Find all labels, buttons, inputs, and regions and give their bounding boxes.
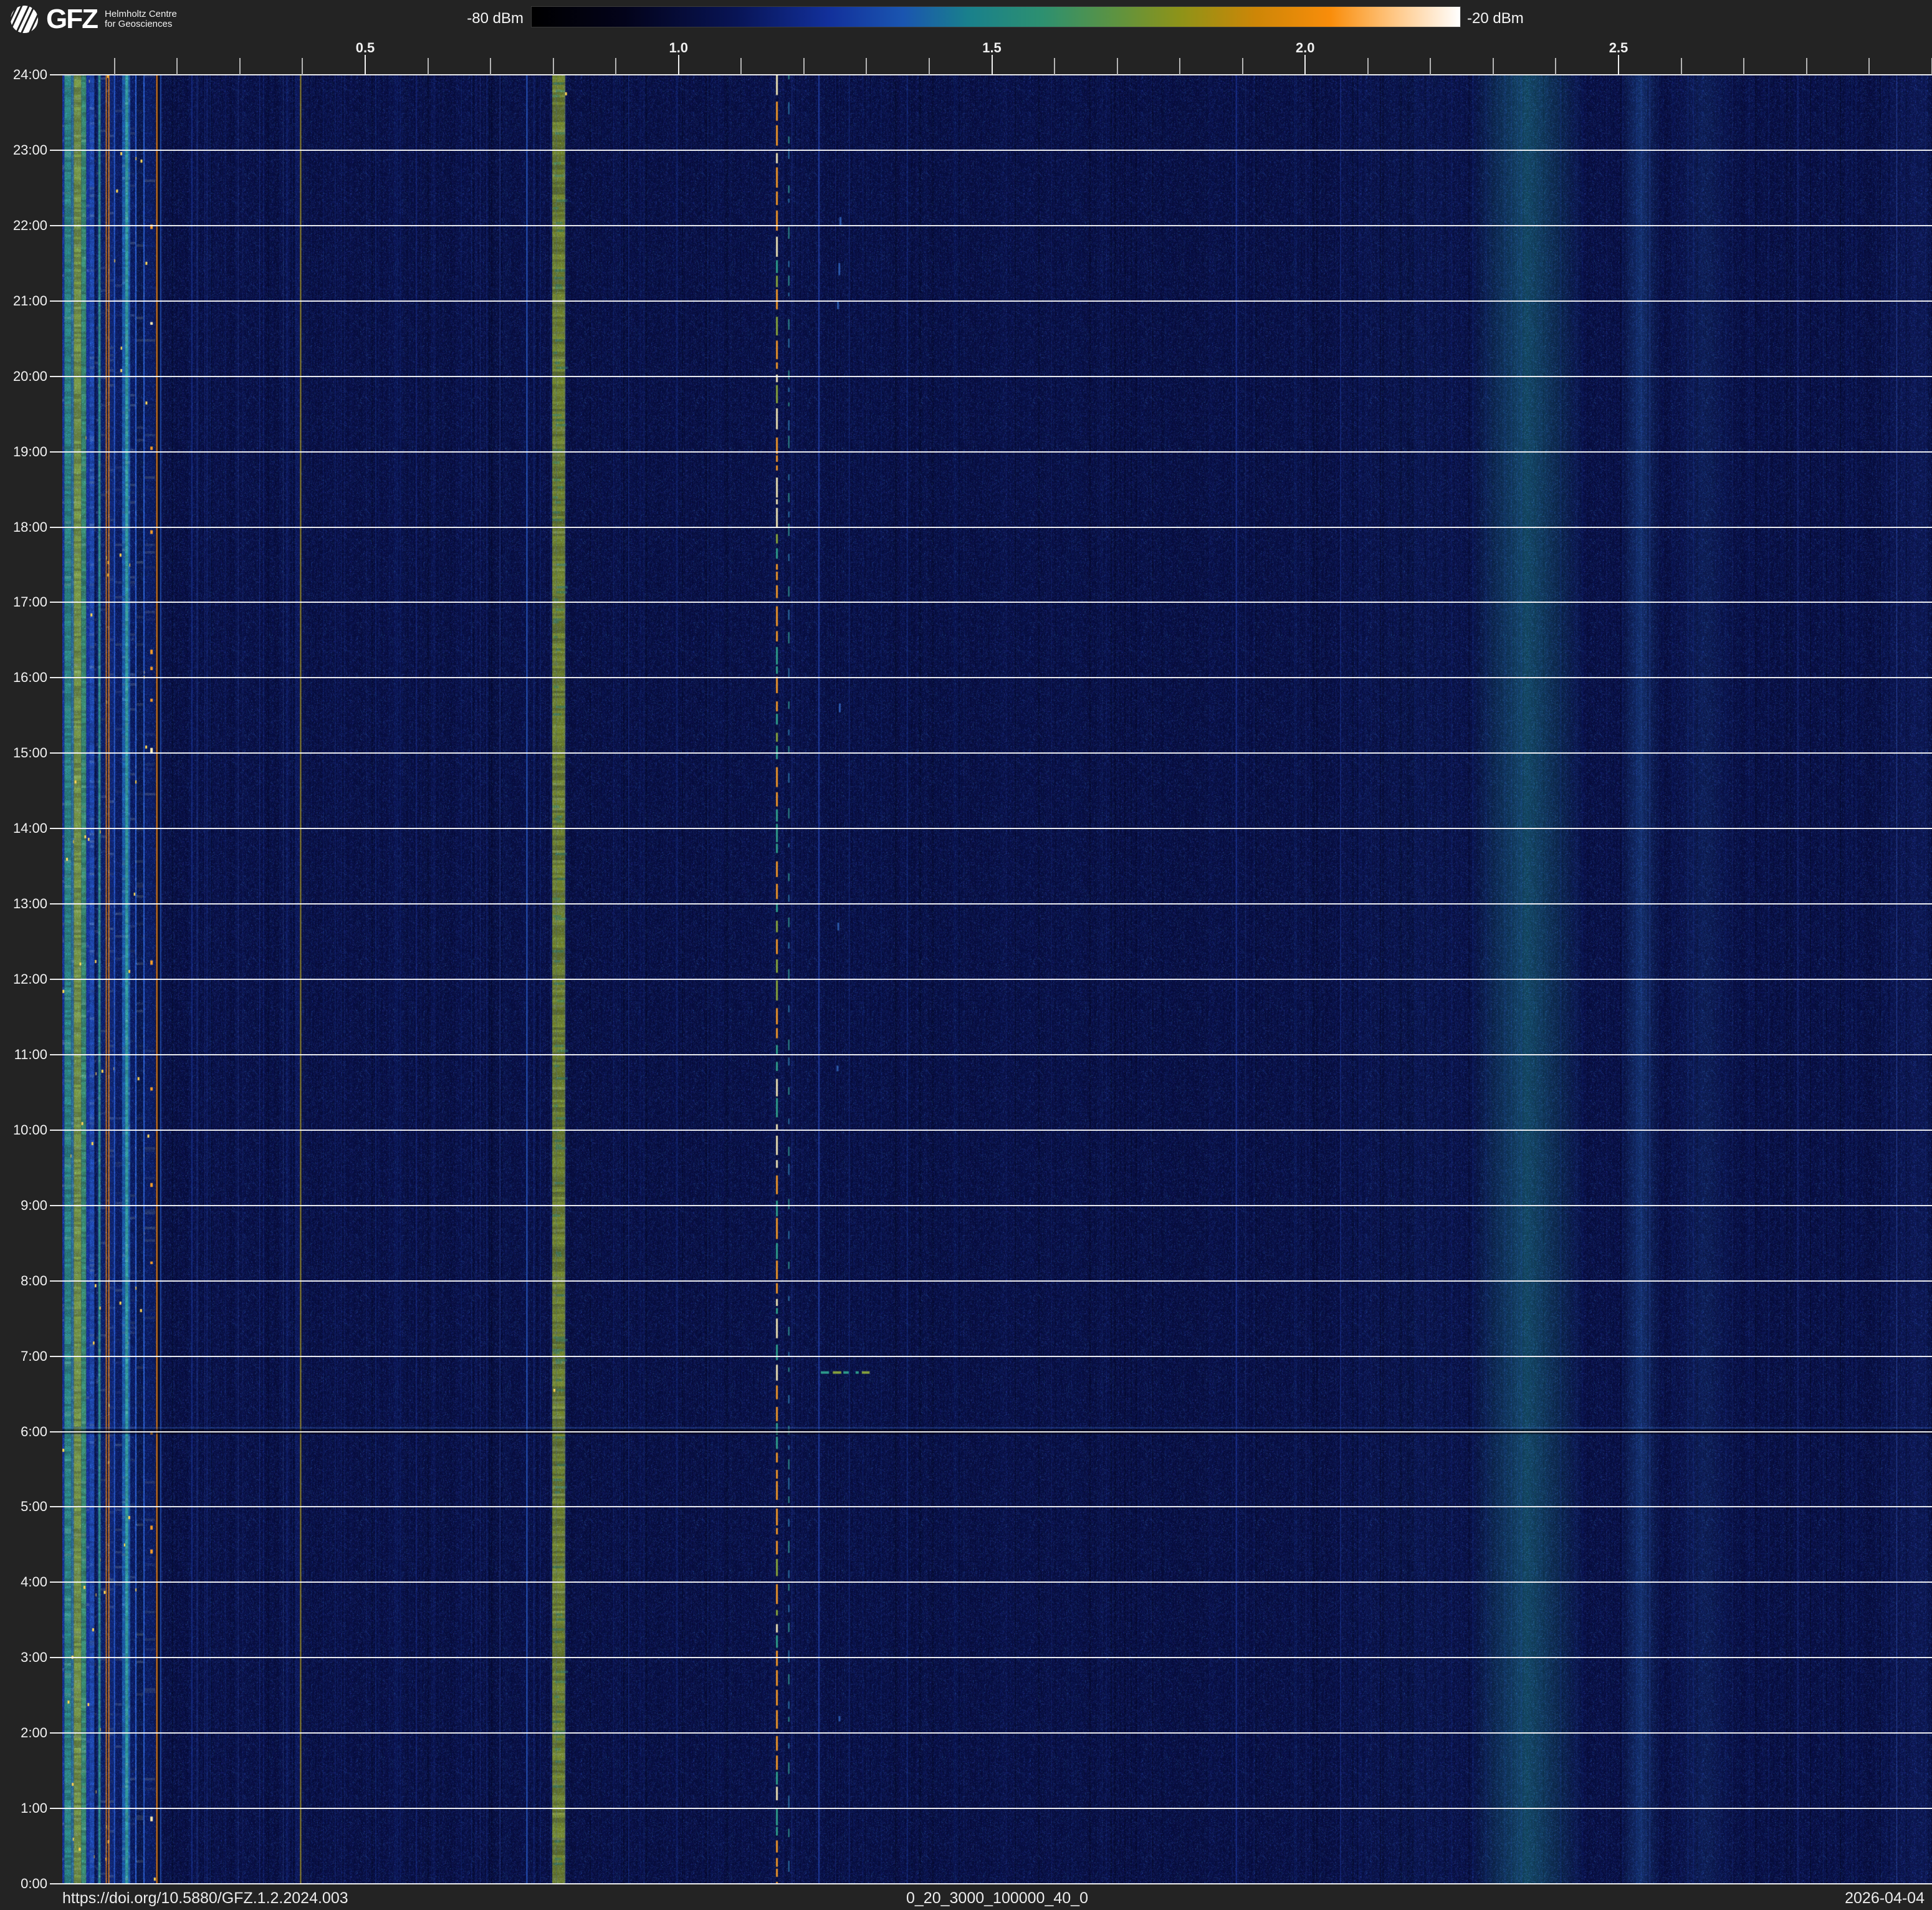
time-tick-label: 0:00	[0, 1876, 47, 1891]
footer-bar: https://doi.org/10.5880/GFZ.1.2.2024.003…	[0, 1884, 1932, 1910]
freq-tick	[302, 58, 303, 75]
time-tick-label: 13:00	[0, 896, 47, 911]
freq-tick	[490, 58, 491, 75]
filename-label: 0_20_3000_100000_40_0	[62, 1889, 1932, 1908]
freq-tick	[239, 58, 241, 75]
hour-gridline	[50, 1431, 1932, 1432]
hour-gridline	[50, 1356, 1932, 1357]
freq-tick	[1618, 55, 1619, 75]
hour-gridline	[50, 1883, 1932, 1884]
time-tick-label: 9:00	[0, 1198, 47, 1213]
freq-tick	[803, 58, 805, 75]
hour-gridline	[50, 300, 1932, 302]
hour-gridline	[50, 602, 1932, 603]
gfz-logo: GFZ Helmholtz Centre for Geosciences	[10, 5, 177, 34]
freq-tick	[740, 58, 742, 75]
logo-acronym: GFZ	[46, 6, 97, 33]
freq-tick	[1304, 55, 1306, 75]
time-tick-label: 12:00	[0, 972, 47, 987]
time-tick-label: 17:00	[0, 595, 47, 610]
freq-tick	[1242, 58, 1243, 75]
hour-gridline	[50, 1205, 1932, 1206]
time-tick-label: 14:00	[0, 821, 47, 836]
freq-tick	[1430, 58, 1431, 75]
hour-gridline	[50, 1506, 1932, 1507]
time-tick-label: 8:00	[0, 1274, 47, 1289]
hour-gridline	[50, 1130, 1932, 1131]
time-tick-label: 2:00	[0, 1725, 47, 1740]
time-tick-label: 22:00	[0, 218, 47, 233]
time-tick-label: 11:00	[0, 1047, 47, 1062]
hour-gridline	[50, 1054, 1932, 1055]
freq-tick-label: 1.0	[669, 40, 688, 56]
hour-gridline	[50, 1732, 1932, 1734]
freq-tick	[866, 58, 867, 75]
freq-tick	[365, 55, 366, 75]
freq-tick	[114, 58, 115, 75]
time-tick-label: 24:00	[0, 67, 47, 82]
hour-gridline	[50, 677, 1932, 678]
time-tick-label: 10:00	[0, 1123, 47, 1138]
time-tick-label: 18:00	[0, 520, 47, 535]
hour-gridline	[50, 979, 1932, 980]
hour-gridline	[50, 527, 1932, 528]
spectrogram-page: GFZ Helmholtz Centre for Geosciences -80…	[0, 0, 1932, 1910]
logo-subtitle: Helmholtz Centre for Geosciences	[105, 9, 177, 29]
hour-gridline	[50, 451, 1932, 453]
freq-tick	[929, 58, 930, 75]
hour-gridline	[50, 903, 1932, 905]
date-label: 2026-04-04	[1845, 1889, 1925, 1908]
freq-tick	[1806, 58, 1807, 75]
time-tick-label: 21:00	[0, 294, 47, 309]
freq-tick	[1743, 58, 1744, 75]
hour-gridline	[50, 225, 1932, 226]
freq-tick	[1117, 58, 1118, 75]
striped-globe-icon	[10, 5, 39, 34]
hour-gridline	[50, 752, 1932, 754]
freq-tick	[615, 58, 616, 75]
hour-gridline	[50, 1581, 1932, 1583]
colorbar-min-label: -80 dBm	[436, 10, 524, 27]
freq-tick	[1054, 58, 1055, 75]
freq-tick	[678, 55, 679, 75]
time-tick-label: 23:00	[0, 143, 47, 158]
hour-gridline	[50, 1280, 1932, 1282]
freq-tick	[1493, 58, 1494, 75]
freq-tick-label: 1.5	[982, 40, 1002, 56]
time-tick-label: 16:00	[0, 670, 47, 685]
time-tick-label: 6:00	[0, 1424, 47, 1439]
freq-tick	[176, 58, 178, 75]
colorbar-max-label: -20 dBm	[1467, 10, 1524, 27]
time-tick-label: 5:00	[0, 1499, 47, 1514]
hour-gridline	[50, 150, 1932, 151]
time-tick-label: 19:00	[0, 444, 47, 459]
freq-tick-label: 2.0	[1296, 40, 1315, 56]
hour-gridline	[50, 1657, 1932, 1658]
freq-tick-label: 2.5	[1609, 40, 1628, 56]
freq-tick	[992, 55, 993, 75]
hour-gridline	[50, 1808, 1932, 1809]
time-tick-label: 4:00	[0, 1575, 47, 1590]
hour-gridline	[50, 828, 1932, 829]
colorbar-gradient	[531, 6, 1461, 27]
time-tick-label: 3:00	[0, 1650, 47, 1665]
time-tick-label: 15:00	[0, 746, 47, 761]
freq-tick	[1868, 58, 1870, 75]
time-tick-label: 1:00	[0, 1801, 47, 1816]
time-tick-label: 20:00	[0, 369, 47, 384]
freq-tick-label: 0.5	[356, 40, 375, 56]
freq-tick	[1179, 58, 1180, 75]
freq-tick	[553, 58, 554, 75]
freq-tick	[428, 58, 429, 75]
freq-tick	[1555, 58, 1556, 75]
time-tick-label: 7:00	[0, 1349, 47, 1364]
hour-gridline	[50, 376, 1932, 377]
freq-tick	[1367, 58, 1369, 75]
freq-tick	[1681, 58, 1682, 75]
